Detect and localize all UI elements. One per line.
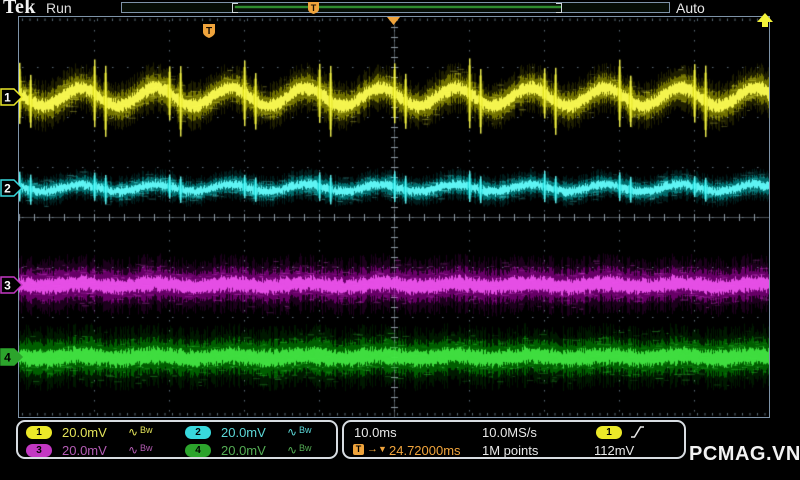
channel-2-scale: 20.0mV <box>221 425 266 440</box>
trigger-source-badge[interactable]: 1 <box>596 426 622 439</box>
record-view-bar[interactable]: T <box>121 1 670 15</box>
expansion-point-icon[interactable] <box>387 17 401 26</box>
rising-edge-icon <box>631 426 644 438</box>
svg-text:1: 1 <box>4 91 11 105</box>
channel-2-badge: 2 <box>185 426 211 439</box>
svg-text:T: T <box>206 26 212 37</box>
channel-1-scale: 20.0mV <box>62 425 107 440</box>
channel-4-badge: 4 <box>185 444 211 457</box>
delay-arrow-icon: → <box>367 443 378 455</box>
channel-3-badge: 3 <box>26 444 52 457</box>
record-trigger-t-icon[interactable]: T <box>307 1 321 15</box>
waveform-display <box>19 17 769 417</box>
channel-3-marker[interactable]: 3 <box>0 275 24 295</box>
record-window-line <box>235 6 561 8</box>
channel-1-bandwidth-icon: Bw <box>140 425 153 435</box>
svg-text:4: 4 <box>4 351 11 365</box>
channel-1-badge: 1 <box>26 426 52 439</box>
channel-readout-panel: 1 20.0mV ∿ Bw 2 20.0mV ∿ Bw 3 20.0mV ∿ B… <box>16 420 338 459</box>
oscilloscope-screen: Tek Run T Auto T 1 2 3 4 1 20.0mV ∿ Bw 2… <box>0 0 800 480</box>
trigger-position-t-icon[interactable]: T <box>202 23 217 41</box>
window-bracket-right-icon <box>556 3 562 13</box>
channel-2-marker[interactable]: 2 <box>0 178 24 198</box>
delay-trigger-t-icon: T <box>353 444 364 455</box>
channel-1-marker[interactable]: 1 <box>0 87 24 107</box>
offscreen-trigger-level-arrow-icon <box>757 13 773 27</box>
horizontal-scale[interactable]: 10.0ms <box>354 426 397 439</box>
delay-marker-icon: ▼ <box>378 444 387 454</box>
watermark: PCMAG.VN <box>689 443 800 465</box>
channel-4-marker[interactable]: 4 <box>0 347 24 367</box>
svg-text:2: 2 <box>4 182 11 196</box>
trigger-level[interactable]: 112mV <box>594 444 634 457</box>
acquisition-status: Run <box>46 0 72 16</box>
channel-4-coupling-icon: ∿ <box>287 443 298 457</box>
channel-2-coupling-icon: ∿ <box>287 425 298 439</box>
svg-text:3: 3 <box>4 279 11 293</box>
channel-3-coupling-icon: ∿ <box>128 443 139 457</box>
channel-4-scale: 20.0mV <box>221 443 266 458</box>
channel-1-coupling-icon: ∿ <box>128 425 139 439</box>
horizontal-trigger-readout-panel: 10.0ms 10.0MS/s 1 T → ▼ 24.72000ms 1M po… <box>342 420 686 459</box>
window-bracket-left-icon <box>232 3 238 13</box>
trigger-mode-label[interactable]: Auto <box>676 0 705 16</box>
record-length: 1M points <box>482 443 539 458</box>
graticule <box>18 16 770 418</box>
svg-text:T: T <box>311 3 317 13</box>
channel-4-bandwidth-icon: Bw <box>299 443 312 453</box>
delay-time[interactable]: 24.72000ms <box>389 444 461 457</box>
channel-2-bandwidth-icon: Bw <box>299 425 312 435</box>
sample-rate: 10.0MS/s <box>482 425 537 440</box>
channel-3-bandwidth-icon: Bw <box>140 443 153 453</box>
channel-3-scale: 20.0mV <box>62 443 107 458</box>
